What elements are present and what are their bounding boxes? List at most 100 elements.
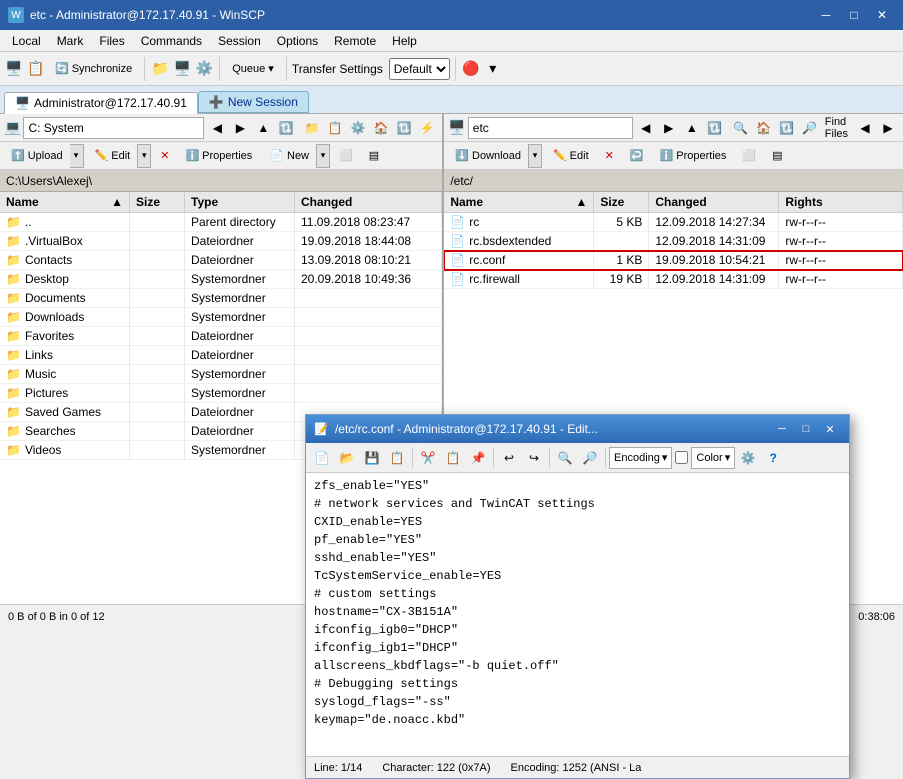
ed-paste-btn[interactable]: 📌 <box>466 446 490 470</box>
ed-findreplace-btn[interactable]: 🔎 <box>578 446 602 470</box>
left-btn-4[interactable]: 🏠 <box>370 117 392 139</box>
encoding-dropdown[interactable]: Encoding ▾ <box>609 447 672 469</box>
left-btn-6[interactable]: ⚡ <box>416 117 438 139</box>
left-delete-button[interactable]: ✕ <box>153 144 176 168</box>
ed-copy-btn[interactable]: 📋 <box>441 446 465 470</box>
toolbar-icon-refresh[interactable]: 🔴 <box>461 59 481 79</box>
ed-cut-btn[interactable]: ✂️ <box>416 446 440 470</box>
menu-help[interactable]: Help <box>384 30 425 51</box>
ed-open-btn[interactable]: 📂 <box>335 446 359 470</box>
left-nav-back[interactable]: ◀ <box>206 117 228 139</box>
left-btn-5[interactable]: 🔃 <box>393 117 415 139</box>
menu-local[interactable]: Local <box>4 30 49 51</box>
right-nav-up[interactable]: ▲ <box>681 117 703 139</box>
list-item[interactable]: 📁 Pictures Systemordner <box>0 384 442 403</box>
right-btn-home[interactable]: 🏠 <box>753 117 775 139</box>
session-tab-0[interactable]: 🖥️ Administrator@172.17.40.91 <box>4 92 198 114</box>
upload-button[interactable]: ⬆️ Upload <box>4 144 70 168</box>
right-col-changed[interactable]: Changed <box>649 192 779 212</box>
close-button[interactable]: ✕ <box>869 5 895 25</box>
list-item[interactable]: 📁 Desktop Systemordner 20.09.2018 10:49:… <box>0 270 442 289</box>
right-col-rights[interactable]: Rights <box>779 192 903 212</box>
list-item[interactable]: 📁 Contacts Dateiordner 13.09.2018 08:10:… <box>0 251 442 270</box>
right-btn-refresh[interactable]: 🔃 <box>776 117 798 139</box>
ed-find-btn[interactable]: 🔍 <box>553 446 577 470</box>
menu-session[interactable]: Session <box>210 30 269 51</box>
menu-commands[interactable]: Commands <box>133 30 210 51</box>
ed-saveas-btn[interactable]: 📋 <box>385 446 409 470</box>
list-item[interactable]: 📄 rc 5 KB 12.09.2018 14:27:34 rw-r--r-- <box>444 213 903 232</box>
right-properties-button[interactable]: ℹ️ Properties <box>653 144 734 168</box>
word-wrap-checkbox[interactable] <box>675 451 688 464</box>
left-col-type[interactable]: Type <box>185 192 295 212</box>
left-nav-up[interactable]: ▲ <box>252 117 274 139</box>
right-nav-back[interactable]: ◀ <box>635 117 657 139</box>
right-find-btn[interactable]: 🔎 <box>799 117 821 139</box>
ed-redo-btn[interactable]: ↪ <box>522 446 546 470</box>
right-col-name[interactable]: Name ▲ <box>444 192 594 212</box>
list-item[interactable]: 📄 rc.bsdextended 12.09.2018 14:31:09 rw-… <box>444 232 903 251</box>
new-session-button[interactable]: ➕ New Session <box>198 91 309 113</box>
right-delete-button[interactable]: ✕ <box>598 144 621 168</box>
left-edit-button[interactable]: ✏️ Edit <box>88 144 138 168</box>
left-btn-2[interactable]: 📋 <box>324 117 346 139</box>
upload-arrow-button[interactable]: ▾ <box>70 144 84 168</box>
right-rename-button[interactable]: ↩️ <box>623 144 651 168</box>
list-item[interactable]: 📁 Favorites Dateiordner <box>0 327 442 346</box>
left-new-button[interactable]: 📄 New <box>263 144 316 168</box>
ed-new-btn[interactable]: 📄 <box>310 446 334 470</box>
left-path-input[interactable] <box>23 117 204 139</box>
download-button[interactable]: ⬇️ Download <box>448 144 528 168</box>
download-arrow-button[interactable]: ▾ <box>528 144 542 168</box>
left-properties-button[interactable]: ℹ️ Properties <box>178 144 259 168</box>
list-item[interactable]: 📄 rc.firewall 19 KB 12.09.2018 14:31:09 … <box>444 270 903 289</box>
right-path-input[interactable] <box>468 117 633 139</box>
editor-maximize-btn[interactable]: □ <box>795 420 817 438</box>
left-col-changed[interactable]: Changed <box>295 192 442 212</box>
list-item[interactable]: 📄 rc.conf 1 KB 19.09.2018 10:54:21 rw-r-… <box>444 251 903 270</box>
ed-settings-btn[interactable]: ⚙️ <box>736 446 760 470</box>
menu-mark[interactable]: Mark <box>49 30 92 51</box>
list-item[interactable]: 📁 .VirtualBox Dateiordner 19.09.2018 18:… <box>0 232 442 251</box>
right-col-size[interactable]: Size <box>594 192 649 212</box>
list-item[interactable]: 📁 Downloads Systemordner <box>0 308 442 327</box>
left-nav-refresh[interactable]: 🔃 <box>275 117 297 139</box>
right-nav-refresh[interactable]: 🔃 <box>704 117 726 139</box>
list-item[interactable]: 📁 .. Parent directory 11.09.2018 08:23:4… <box>0 213 442 232</box>
list-item[interactable]: 📁 Links Dateiordner <box>0 346 442 365</box>
color-dropdown[interactable]: Color ▾ <box>691 447 735 469</box>
menu-remote[interactable]: Remote <box>326 30 384 51</box>
right-expand-button[interactable]: ⬜ <box>735 144 763 168</box>
ed-help-btn[interactable]: ? <box>761 446 785 470</box>
ed-undo-btn[interactable]: ↩ <box>497 446 521 470</box>
left-col-name[interactable]: Name ▲ <box>0 192 130 212</box>
right-nav-forward[interactable]: ▶ <box>658 117 680 139</box>
right-btn-filter[interactable]: 🔍 <box>730 117 752 139</box>
left-nav-forward[interactable]: ▶ <box>229 117 251 139</box>
list-item[interactable]: 📁 Documents Systemordner <box>0 289 442 308</box>
transfer-profile-select[interactable]: Default <box>389 58 450 80</box>
editor-minimize-btn[interactable]: ─ <box>771 420 793 438</box>
left-collapse-button[interactable]: ▤ <box>362 144 386 168</box>
right-nav-next[interactable]: ▶ <box>877 117 899 139</box>
editor-content[interactable]: zfs_enable="YES" # network services and … <box>306 473 849 756</box>
toolbar-icon-arrow[interactable]: ▾ <box>483 59 503 79</box>
menu-options[interactable]: Options <box>269 30 326 51</box>
synchronize-button[interactable]: 🔄 Synchronize <box>48 55 139 83</box>
minimize-button[interactable]: ─ <box>813 5 839 25</box>
right-collapse-button[interactable]: ▤ <box>765 144 789 168</box>
maximize-button[interactable]: □ <box>841 5 867 25</box>
ed-save-btn[interactable]: 💾 <box>360 446 384 470</box>
left-edit-arrow-button[interactable]: ▾ <box>137 144 151 168</box>
queue-button[interactable]: Queue ▾ <box>225 55 281 83</box>
menu-files[interactable]: Files <box>91 30 132 51</box>
left-new-arrow-button[interactable]: ▾ <box>316 144 330 168</box>
left-col-size[interactable]: Size <box>130 192 185 212</box>
list-item[interactable]: 📁 Music Systemordner <box>0 365 442 384</box>
editor-close-btn[interactable]: ✕ <box>819 420 841 438</box>
left-btn-1[interactable]: 📁 <box>301 117 323 139</box>
word-wrap-toggle[interactable] <box>675 451 690 464</box>
right-nav-prev[interactable]: ◀ <box>854 117 876 139</box>
left-expand-button[interactable]: ⬜ <box>332 144 360 168</box>
right-edit-button[interactable]: ✏️ Edit <box>546 144 596 168</box>
